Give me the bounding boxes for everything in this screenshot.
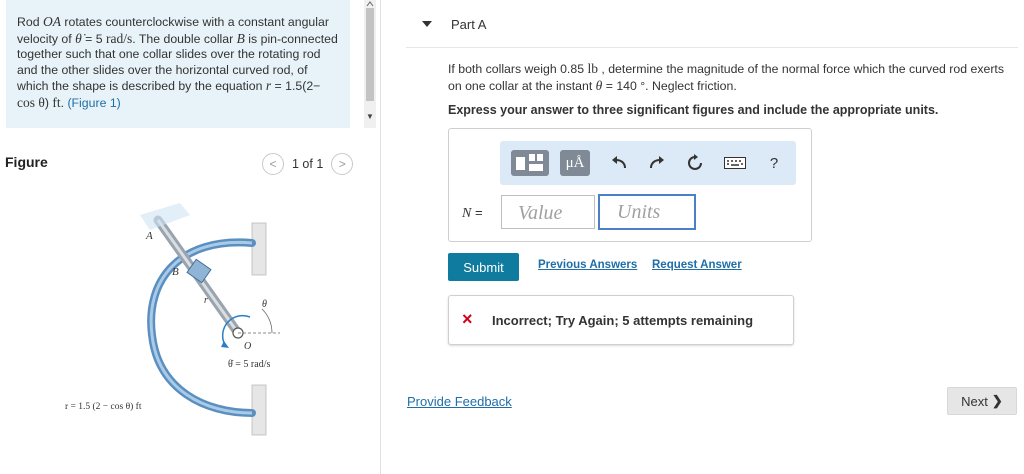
theta-arc [261,308,273,334]
request-answer-link[interactable]: Request Answer [652,259,742,271]
equals-sign: = [471,205,483,220]
value-input[interactable] [501,195,595,229]
next-label: Next [961,393,988,409]
chevron-right-icon: ❯ [991,393,1003,408]
keyboard-icon [724,157,746,169]
unit-ft: ft [52,94,61,110]
undo-icon [612,156,626,169]
problem-text: = 1.5(2− [271,79,321,93]
variable-symbol: N [462,206,472,221]
theta-dot-symbol: θ̇ [75,30,82,46]
reset-icon [688,154,702,170]
templates-button[interactable] [510,141,550,185]
templates-icon [511,150,549,176]
figure-title: Figure [5,154,48,170]
column-divider [380,0,381,474]
question-text: If both collars weigh 0.85 lb , determin… [448,61,1018,94]
mu-angstrom-label: μÅ [560,150,590,176]
scroll-thumb[interactable] [366,8,374,101]
cos-theta: cos θ [17,94,45,110]
pager-text: 1 of 1 [292,157,324,171]
scroll-down-icon[interactable]: ▼ [366,112,374,121]
provide-feedback-link[interactable]: Provide Feedback [407,394,512,409]
units-symbol-button[interactable]: μÅ [559,141,591,185]
prev-figure-button[interactable]: < [262,153,284,175]
math-toolbar: μÅ ? [500,141,796,185]
part-a-header[interactable] [406,0,1018,48]
label-o: O [244,341,251,352]
problem-text: Rod [17,15,43,29]
next-button[interactable]: Next ❯ [947,387,1017,415]
incorrect-x-icon: × [462,309,473,329]
keyboard-button[interactable] [722,141,748,185]
figure-link[interactable]: (Figure 1) [67,96,120,110]
problem-text: = 5 [81,31,107,46]
question-part: = 140 °. Neglect friction. [602,78,737,93]
redo-button[interactable] [646,141,668,185]
problem-text: . The double collar [132,31,237,46]
answer-variable-label: N = [462,205,483,222]
redo-icon [650,156,664,169]
question-part: If both collars weigh 0.85 [448,62,588,76]
part-title[interactable]: Part A [451,17,486,32]
rod-symbol: OA [42,14,61,29]
problem-statement: Rod OA rotates counterclockwise with a c… [6,0,350,128]
chevron-right-icon: > [338,157,346,171]
label-r: r [204,295,208,306]
wall-top [251,222,267,276]
unit-rad-s: rad/s [106,30,133,46]
instruction-text: Express your answer to three significant… [448,103,939,117]
label-a: A [145,230,153,242]
next-figure-button[interactable]: > [331,153,354,175]
label-equation: r = 1.5 (2 − cos θ) ft [65,401,142,412]
reset-button[interactable] [684,141,706,185]
submit-button[interactable]: Submit [448,253,519,281]
weight-unit: lb [587,61,598,76]
units-input[interactable] [598,194,696,230]
mechanism-figure: A B r θ O θ̇ = 5 rad/s r = 1.5 (2 − cos … [65,203,280,436]
left-panel: Rod OA rotates counterclockwise with a c… [0,0,380,474]
label-b: B [172,266,179,278]
feedback-message: Incorrect; Try Again; 5 attempts remaini… [492,313,754,328]
previous-answers-link[interactable]: Previous Answers [538,259,637,271]
undo-button[interactable] [608,141,630,185]
collapse-caret-icon[interactable] [422,21,432,27]
collar-symbol: B [236,30,245,46]
chevron-left-icon: < [269,157,277,171]
omega-arrowhead [221,341,229,348]
label-theta: θ [262,299,267,310]
scroll-up-icon[interactable] [365,0,375,8]
help-button[interactable]: ? [764,141,784,185]
figure-pager: < 1 of 1 > [262,153,354,175]
label-omega: θ̇ = 5 rad/s [228,359,270,370]
